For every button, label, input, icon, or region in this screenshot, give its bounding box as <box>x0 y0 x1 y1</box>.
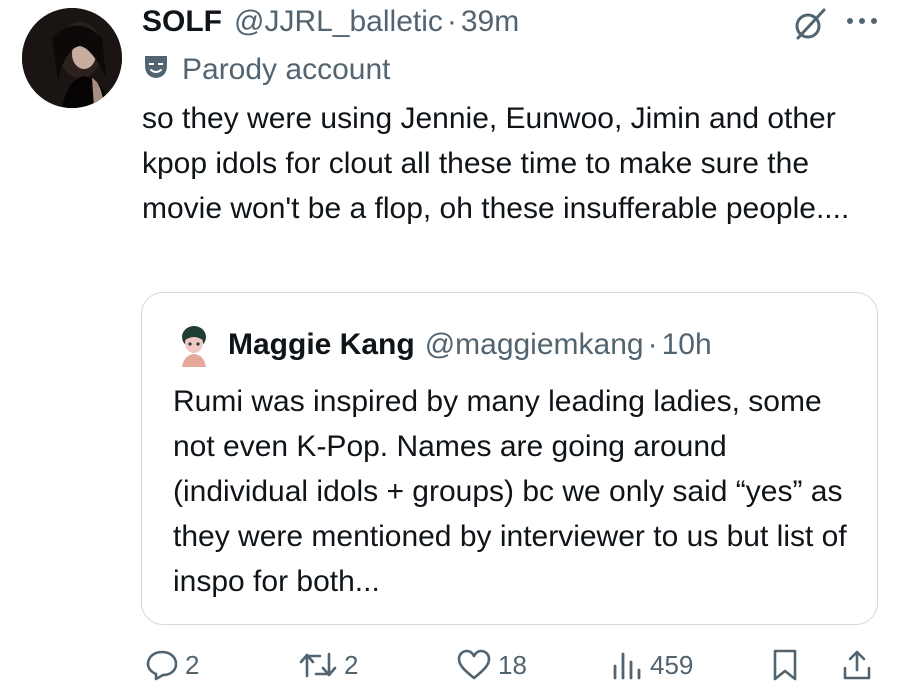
avatar-photo <box>22 8 122 108</box>
grok-icon[interactable] <box>792 6 828 42</box>
mask-icon <box>142 52 170 88</box>
author-avatar[interactable] <box>22 8 122 108</box>
author-handle[interactable]: @JJRL_balletic <box>234 5 443 39</box>
like-button[interactable]: 18 <box>456 640 527 690</box>
bookmark-icon <box>770 648 800 682</box>
speech-bubble-icon <box>145 648 179 682</box>
quoted-separator-dot: · <box>647 328 658 361</box>
more-dots-icon[interactable] <box>842 6 882 36</box>
view-count: 459 <box>650 649 694 680</box>
bookmark-button[interactable] <box>770 640 800 690</box>
repost-count: 2 <box>344 649 359 680</box>
quoted-author-display-name: Maggie Kang <box>228 328 415 361</box>
quoted-author-handle: @maggiemkang <box>424 328 644 361</box>
separator-dot: · <box>446 5 457 38</box>
tweet-action-bar: 2 2 18 459 <box>0 640 900 690</box>
quoted-tweet-card[interactable]: Maggie Kang @maggiemkang · 10h Rumi was … <box>141 292 878 625</box>
bar-chart-icon <box>610 648 644 682</box>
tweet-text: so they were using Jennie, Eunwoo, Jimin… <box>142 102 850 225</box>
quoted-tweet-header: Maggie Kang @maggiemkang · 10h <box>228 323 712 367</box>
views-button[interactable]: 459 <box>610 640 693 690</box>
author-display-name[interactable]: SOLF <box>142 5 222 39</box>
reply-count: 2 <box>185 649 200 680</box>
share-button[interactable] <box>840 640 874 690</box>
tweet-timestamp[interactable]: 39m <box>461 5 519 39</box>
repost-icon <box>298 648 338 682</box>
parody-label[interactable]: Parody account <box>142 50 390 90</box>
repost-button[interactable]: 2 <box>298 640 358 690</box>
parody-label-text: Parody account <box>182 53 391 86</box>
share-icon <box>840 648 874 682</box>
quoted-tweet-timestamp: 10h <box>661 328 712 361</box>
quoted-tweet-text: Rumi was inspired by many leading ladies… <box>173 385 847 598</box>
heart-icon <box>456 648 492 682</box>
tweet-header: SOLF @JJRL_balletic · 39m <box>142 2 880 42</box>
quoted-author-avatar <box>174 323 214 367</box>
like-count: 18 <box>498 649 527 680</box>
reply-button[interactable]: 2 <box>145 640 199 690</box>
